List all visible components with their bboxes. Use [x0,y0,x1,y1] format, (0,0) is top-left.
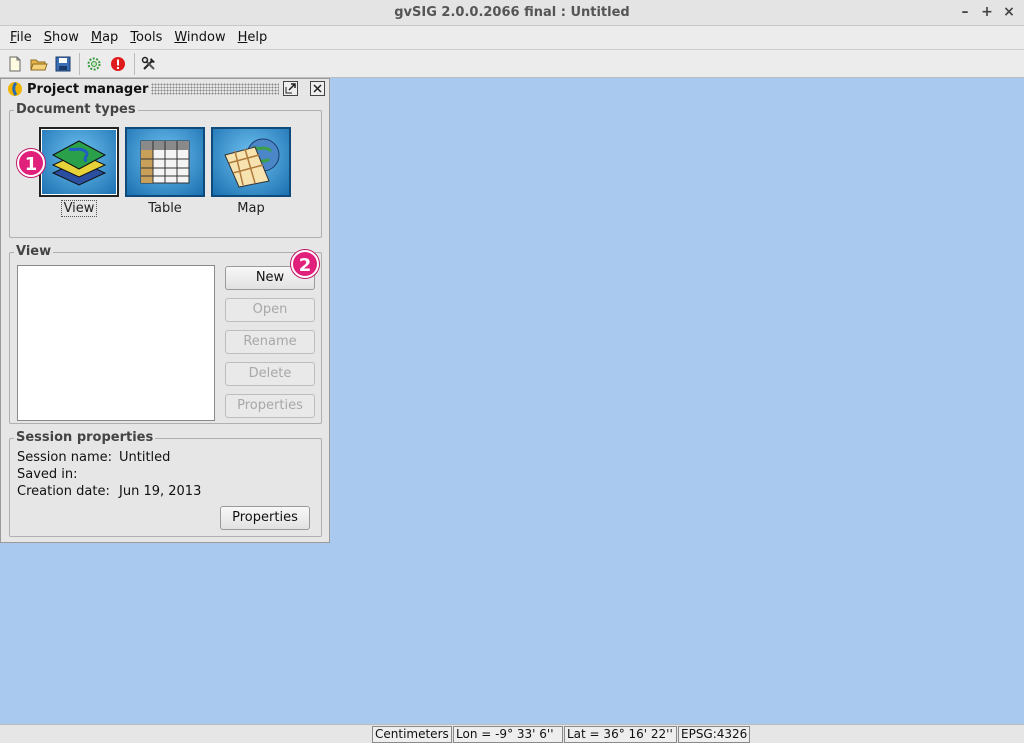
creation-date-row: Creation date: Jun 19, 2013 [17,484,201,499]
menu-tools-label: ools [136,30,163,45]
open-project-icon[interactable] [28,53,50,75]
menu-map-mnemonic: M [90,30,103,45]
titlebar-grip [151,83,279,95]
document-types-group: Document types View Table Map [9,102,322,238]
tools-icon[interactable] [138,53,160,75]
annotation-badge-1: 1 [17,149,45,177]
status-bar: Centimeters Lon = -9° 33' 6'' Lat = 36° … [0,724,1024,743]
menu-window-label: indow [186,30,226,45]
save-project-icon[interactable] [52,53,74,75]
units-indicator: Centimeters [372,726,452,743]
doctype-table[interactable]: Table [125,127,205,216]
creation-date-value: Jun 19, 2013 [119,484,202,499]
doctype-table-label: Table [148,201,182,216]
annotation-badge-2: 2 [291,250,319,278]
toolbar [0,50,1024,78]
close-icon [313,84,322,93]
documents-legend: View [14,244,54,259]
toolbar-separator [79,52,80,75]
session-properties-button[interactable]: Properties [220,506,310,530]
error-alert-icon[interactable] [107,53,129,75]
open-document-button[interactable]: Open [225,298,315,322]
window-controls: – + × [956,3,1018,21]
minimize-button[interactable]: – [956,3,974,21]
doctype-map[interactable]: Map [211,127,291,216]
menu-file[interactable]: File [4,30,38,45]
menu-help-label: elp [247,30,268,45]
document-properties-button[interactable]: Properties [225,394,315,418]
map-icon [224,138,280,188]
view-tile[interactable] [39,127,119,197]
gvsig-logo-icon [8,81,22,96]
project-manager-window: Project manager Document types View Tabl… [0,78,330,543]
doctype-view[interactable]: View [39,127,119,217]
menu-show-mnemonic: S [43,30,53,45]
session-properties-legend: Session properties [14,430,156,445]
delete-document-button[interactable]: Delete [225,362,315,386]
crs-indicator: EPSG:4326 [678,726,750,743]
menu-help-mnemonic: H [237,30,248,45]
longitude-readout: Lon = -9° 33' 6'' [453,726,563,743]
table-icon [140,140,190,184]
map-tile[interactable] [211,127,291,197]
document-types-legend: Document types [14,102,138,117]
menu-bar: File Show Map Tools Window Help [0,26,1024,50]
menu-show-label: how [52,30,79,45]
menu-help[interactable]: Help [232,30,274,45]
session-name-row: Session name: Untitled [17,450,170,465]
menu-window-mnemonic: W [174,30,187,45]
menu-map-label: ap [102,30,119,45]
maximize-button[interactable]: + [978,3,996,21]
menu-show[interactable]: Show [38,30,85,45]
undock-icon [285,83,296,94]
menu-file-label: ile [16,30,32,45]
view-layers-icon [51,140,107,186]
table-tile[interactable] [125,127,205,197]
saved-in-label: Saved in: [17,467,78,482]
menu-window[interactable]: Window [168,30,231,45]
doctype-map-label: Map [237,201,265,216]
session-properties-group: Session properties Session name: Untitle… [9,430,322,537]
latitude-readout: Lat = 36° 16' 22'' [564,726,677,743]
preferences-gear-icon[interactable] [83,53,105,75]
menu-tools[interactable]: Tools [124,30,168,45]
documents-list[interactable] [17,265,215,421]
saved-in-row: Saved in: [17,467,78,482]
session-name-label: Session name: [17,450,112,465]
window-title: gvSIG 2.0.0.2066 final : Untitled [394,5,630,20]
project-manager-title: Project manager [27,81,149,97]
undock-button[interactable] [283,81,298,96]
rename-document-button[interactable]: Rename [225,330,315,354]
close-button[interactable]: × [1000,3,1018,21]
creation-date-label: Creation date: [17,484,110,499]
documents-group: View New Open Rename Delete Properties [9,244,322,424]
toolbar-separator [134,52,135,75]
new-project-icon[interactable] [4,53,26,75]
menu-map[interactable]: Map [85,30,124,45]
doctype-view-label: View [60,200,98,217]
title-bar: gvSIG 2.0.0.2066 final : Untitled – + × [0,0,1024,26]
panel-close-button[interactable] [310,81,325,96]
session-name-value: Untitled [119,450,171,465]
project-manager-titlebar[interactable]: Project manager [1,79,329,99]
